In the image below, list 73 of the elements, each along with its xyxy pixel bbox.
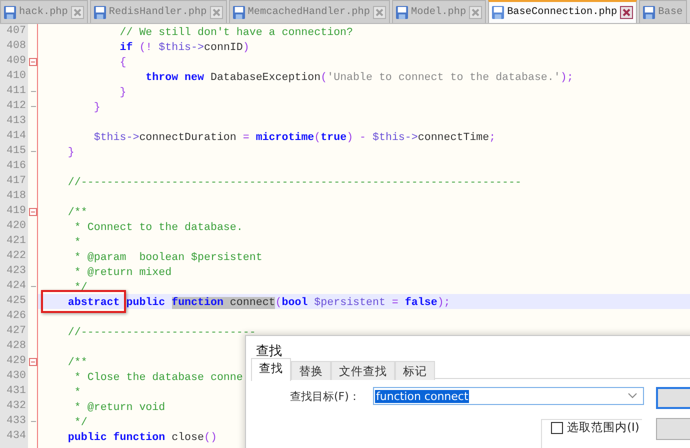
search-field[interactable]: function connect (373, 387, 644, 405)
line-number: 415 (6, 144, 27, 159)
file-tab[interactable]: BaseConnection.php (488, 0, 638, 23)
code-line: * @return void (73, 402, 166, 414)
code-line: */ (73, 417, 88, 429)
line-number: 419 (6, 204, 27, 219)
dialog-tab[interactable]: 替换 (291, 361, 331, 380)
fold-minus-icon[interactable] (29, 58, 37, 66)
code-line: /** (66, 357, 88, 369)
line-number: 413 (6, 114, 27, 129)
line-number: 409 (6, 54, 27, 69)
checkbox-label: 选取范围内(I) (567, 420, 640, 435)
code-line: } (92, 102, 100, 114)
code-line: abstract public function connect(bool $persistent = false); (66, 297, 450, 309)
line-number: 430 (6, 369, 27, 384)
code-line: * (73, 387, 81, 399)
code-line: * Connect to the database. (73, 222, 243, 234)
close-icon[interactable] (620, 6, 634, 19)
line-number: 416 (6, 159, 27, 174)
line-number: 417 (6, 174, 27, 189)
line-number: 431 (6, 384, 27, 399)
code-line: * (73, 237, 81, 249)
line-number: 418 (6, 189, 27, 204)
code-line: //--------------------------- (66, 327, 256, 339)
line-number: 433 (6, 414, 27, 429)
line-number: 428 (6, 339, 27, 354)
line-number: 424 (6, 279, 27, 294)
field-label: 查找目标(F)： (290, 389, 360, 404)
line-number: 432 (6, 399, 27, 414)
line-number: 427 (6, 324, 27, 339)
dialog-title: 查找 (256, 343, 282, 360)
line-number: 422 (6, 249, 27, 264)
dialog-tab[interactable]: 文件查找 (331, 361, 395, 380)
code-line: { (118, 57, 126, 69)
line-number: 425 (6, 294, 27, 309)
line-number: 421 (6, 234, 27, 249)
line-number: 412 (6, 99, 27, 114)
checkbox[interactable] (551, 422, 563, 434)
file-tab[interactable]: hack.php (0, 0, 88, 23)
code-line: public function close() (66, 432, 217, 444)
dropdown-chevron-icon[interactable] (628, 393, 637, 399)
code-line: /** (66, 207, 88, 219)
code-line: } (118, 87, 126, 99)
code-line: * @return mixed (73, 267, 172, 279)
line-number: 423 (6, 264, 27, 279)
code-line: // We still don't have a connection? (118, 27, 354, 39)
line-number: 429 (6, 354, 27, 369)
file-tab[interactable]: Model.php (392, 0, 486, 23)
file-tab[interactable]: RedisHandler.php (90, 0, 227, 23)
fold-minus-icon[interactable] (29, 208, 37, 216)
code-line: $this->connectDuration = microtime(true) - $this->connectTime; (92, 132, 496, 144)
code-line: * @param boolean $persistent (73, 252, 262, 264)
code-line: } (66, 147, 74, 159)
line-number: 410 (6, 69, 27, 84)
line-number: 414 (6, 129, 27, 144)
line-number: 408 (6, 39, 27, 54)
code-line: throw new DatabaseException('Unable to connect to the database.'); (144, 72, 574, 84)
dialog-tab[interactable]: 标记 (395, 361, 435, 380)
file-tab[interactable]: Base (639, 0, 687, 23)
line-number: 434 (6, 429, 27, 444)
line-number: 407 (6, 24, 27, 39)
code-line: */ (73, 282, 88, 294)
code-line: //-------------------------------------------------------------------- (66, 177, 522, 189)
code-line: if (! $this->connID) (118, 42, 250, 54)
code-line: * Close the database conne (73, 372, 243, 384)
fold-minus-icon[interactable] (29, 358, 37, 366)
line-number: 420 (6, 219, 27, 234)
line-number: 426 (6, 309, 27, 324)
file-tab[interactable]: MemcachedHandler.php (228, 0, 390, 23)
dialog-tab[interactable]: 查找 (251, 358, 291, 381)
dialog-button[interactable] (656, 418, 690, 440)
line-number: 411 (6, 84, 27, 99)
dialog-button[interactable] (656, 387, 690, 409)
